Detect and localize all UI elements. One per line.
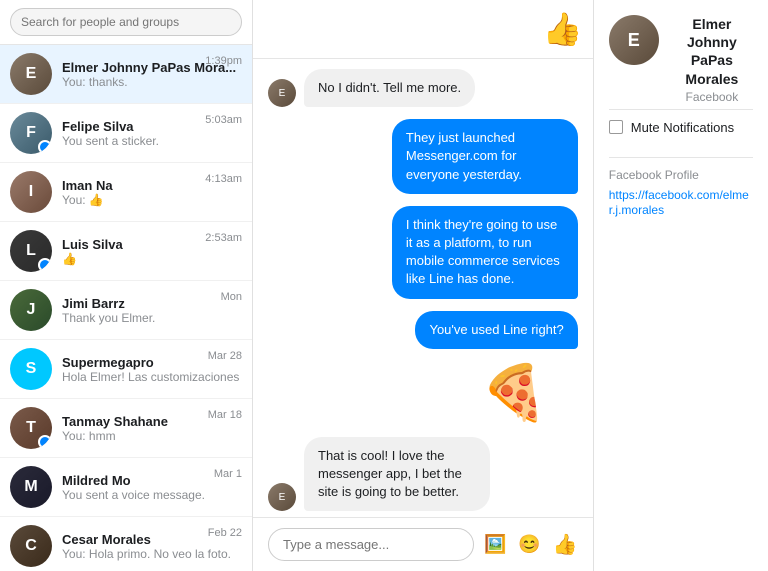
chat-icons: 🖼️ 😊 👍 [484,532,578,557]
sticker-row-4: 🍕 [268,361,578,425]
mute-checkbox[interactable] [609,120,623,134]
avatar-super: S [10,348,52,390]
msg-row-sent-1: They just launched Messenger.com for eve… [268,119,578,194]
contact-time-jimi: Mon [221,291,242,303]
fb-profile-link[interactable]: https://facebook.com/elmer.j.morales [609,188,749,217]
contact-time-cesar: Feb 22 [208,527,242,539]
thumbs-up-header-icon[interactable]: 👍 [543,10,583,48]
contact-item-tanmay[interactable]: T Tanmay Shahane You: hmm Mar 18 [0,399,252,458]
msg-bubble-sent-3: You've used Line right? [415,311,577,349]
contact-item-jimi[interactable]: J Jimi Barrz Thank you Elmer. Mon [0,281,252,340]
contact-preview-felipe: You sent a sticker. [62,134,242,148]
msg-row-sent-3: You've used Line right? [268,311,578,349]
avatar-mildred: M [10,466,52,508]
search-bar [0,0,252,45]
profile-name: Elmer Johnny PaPas Morales [671,15,753,88]
contact-item-elmer[interactable]: E Elmer Johnny PaPas Mora... You: thanks… [0,45,252,104]
contact-item-luis[interactable]: L Luis Silva 👍 2:53am [0,222,252,281]
msg-bubble-0: No I didn't. Tell me more. [304,69,475,107]
middle-panel: 👍 E No I didn't. Tell me more. They just l… [253,0,594,571]
thumbs-up-send-icon[interactable]: 👍 [553,532,578,557]
contact-time-mildred: Mar 1 [214,468,242,480]
msg-bubble-5: That is cool! I love the messenger app, … [304,437,490,512]
contact-item-cesar[interactable]: C Cesar Morales You: Hola primo. No veo … [0,517,252,571]
msg-bubble-sent-2: I think they're going to use it as a pla… [392,206,578,299]
contact-item-felipe[interactable]: F Felipe Silva You sent a sticker. 5:03a… [0,104,252,163]
avatar-felipe: F [10,112,52,154]
msg-row-sent-2: I think they're going to use it as a pla… [268,206,578,299]
contact-preview-luis: 👍 [62,252,242,266]
avatar-elmer: E [10,53,52,95]
image-icon[interactable]: 🖼️ [484,534,506,555]
profile-info: Elmer Johnny PaPas Morales Facebook [671,15,753,104]
contact-time-luis: 2:53am [205,232,242,244]
msg-bubble-sent-1: They just launched Messenger.com for eve… [392,119,578,194]
msg-avatar-5: E [268,483,296,511]
contact-preview-tanmay: You: hmm [62,429,242,443]
profile-header: E Elmer Johnny PaPas Morales Facebook [609,15,753,104]
avatar-jimi: J [10,289,52,331]
contact-time-elmer: 1:39pm [205,55,242,67]
mute-row: Mute Notifications [609,109,753,145]
contact-info-jimi: Jimi Barrz Thank you Elmer. [62,296,242,325]
avatar-iman: I [10,171,52,213]
contact-preview-mildred: You sent a voice message. [62,488,242,502]
contact-time-felipe: 5:03am [205,114,242,126]
messages-area: E No I didn't. Tell me more. They just lau… [253,59,593,517]
contact-item-iman[interactable]: I Iman Na You: 👍 4:13am [0,163,252,222]
fb-profile-section: Facebook Profile https://facebook.com/el… [609,157,753,217]
contact-item-mildred[interactable]: M Mildred Mo You sent a voice message. M… [0,458,252,517]
contact-time-tanmay: Mar 18 [208,409,242,421]
msg-row-0: E No I didn't. Tell me more. [268,69,578,107]
sticker-4: 🍕 [481,366,548,420]
chat-header: 👍 [253,0,593,59]
mute-label: Mute Notifications [631,120,734,135]
fb-profile-title: Facebook Profile [609,168,753,182]
chat-input-area: 🖼️ 😊 👍 [253,517,593,571]
profile-source: Facebook [671,90,753,104]
right-panel: E Elmer Johnny PaPas Morales Facebook Mu… [594,0,768,571]
search-input[interactable] [10,8,242,36]
contact-preview-cesar: You: Hola primo. No veo la foto. [62,547,242,561]
contact-preview-iman: You: 👍 [62,193,242,207]
avatar-cesar: C [10,525,52,567]
contact-list: E Elmer Johnny PaPas Mora... You: thanks… [0,45,252,571]
profile-avatar: E [609,15,659,65]
emoji-icon[interactable]: 😊 [518,534,540,555]
contact-time-super: Mar 28 [208,350,242,362]
contact-preview-elmer: You: thanks. [62,75,242,89]
avatar-tanmay: T [10,407,52,449]
avatar-luis: L [10,230,52,272]
contact-preview-super: Hola Elmer! Las customizaciones senc... [62,370,242,384]
message-input[interactable] [268,528,474,561]
contact-name-jimi: Jimi Barrz [62,296,242,311]
msg-avatar-0: E [268,79,296,107]
contact-item-super[interactable]: S Supermegapro Hola Elmer! Las customiza… [0,340,252,399]
left-panel: E Elmer Johnny PaPas Mora... You: thanks… [0,0,253,571]
contact-time-iman: 4:13am [205,173,242,185]
msg-row-5: E That is cool! I love the messenger app,… [268,437,578,512]
contact-preview-jimi: Thank you Elmer. [62,311,242,325]
